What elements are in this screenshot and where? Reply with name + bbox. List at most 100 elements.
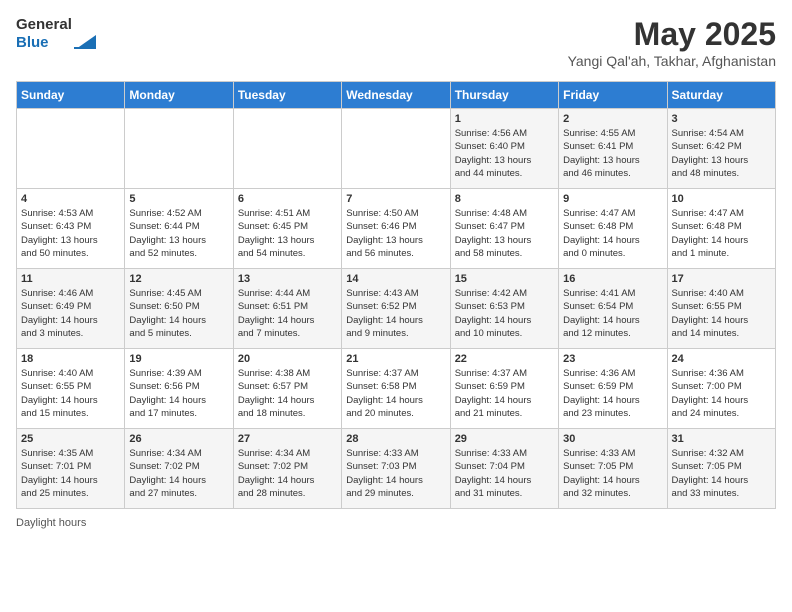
day-number: 28	[346, 433, 445, 445]
logo-blue-text: Blue	[16, 34, 72, 52]
day-info: Sunrise: 4:46 AM Sunset: 6:49 PM Dayligh…	[21, 287, 120, 340]
calendar-cell: 29 Sunrise: 4:33 AM Sunset: 7:04 PM Dayli…	[450, 429, 558, 509]
calendar-cell	[125, 109, 233, 189]
calendar-cell: 30Sunrise: 4:33 AM Sunset: 7:05 PM Dayli…	[559, 429, 667, 509]
header: General Blue May 2025 Yangi Qal'ah, Takh…	[16, 16, 776, 69]
weekday-header-sunday: Sunday	[17, 82, 125, 109]
calendar-cell: 17Sunrise: 4:40 AM Sunset: 6:55 PM Dayli…	[667, 269, 775, 349]
calendar-cell: 1 Sunrise: 4:56 AM Sunset: 6:40 PM Daylig…	[450, 109, 558, 189]
calendar-cell	[342, 109, 450, 189]
day-info: Sunrise: 4:37 AM Sunset: 6:59 PM Dayligh…	[455, 367, 554, 420]
calendar-cell: 16Sunrise: 4:41 AM Sunset: 6:54 PM Dayli…	[559, 269, 667, 349]
day-number: 3	[672, 113, 771, 125]
calendar-cell: 4 Sunrise: 4:53 AM Sunset: 6:43 PM Daylig…	[17, 189, 125, 269]
calendar-cell: 2Sunrise: 4:55 AM Sunset: 6:41 PM Daylig…	[559, 109, 667, 189]
day-number: 20	[238, 353, 337, 365]
calendar-cell: 28 Sunrise: 4:33 AM Sunset: 7:03 PM Dayli…	[342, 429, 450, 509]
day-info: Sunrise: 4:52 AM Sunset: 6:44 PM Dayligh…	[129, 207, 228, 260]
day-info: Sunrise: 4:53 AM Sunset: 6:43 PM Dayligh…	[21, 207, 120, 260]
day-info: Sunrise: 4:54 AM Sunset: 6:42 PM Dayligh…	[672, 127, 771, 180]
day-number: 26	[129, 433, 228, 445]
weekday-header-wednesday: Wednesday	[342, 82, 450, 109]
calendar-cell: 15 Sunrise: 4:42 AM Sunset: 6:53 PM Dayli…	[450, 269, 558, 349]
title-area: May 2025 Yangi Qal'ah, Takhar, Afghanist…	[568, 16, 776, 69]
calendar-cell: 23 Sunrise: 4:36 AM Sunset: 6:59 PM Dayli…	[559, 349, 667, 429]
day-info: Sunrise: 4:33 AM Sunset: 7:05 PM Dayligh…	[563, 447, 662, 500]
day-number: 4	[21, 193, 120, 205]
calendar-cell: 8 Sunrise: 4:48 AM Sunset: 6:47 PM Daylig…	[450, 189, 558, 269]
calendar-cell: 14 Sunrise: 4:43 AM Sunset: 6:52 PM Dayli…	[342, 269, 450, 349]
weekday-header-tuesday: Tuesday	[233, 82, 341, 109]
day-number: 12	[129, 273, 228, 285]
day-number: 8	[455, 193, 554, 205]
day-info: Sunrise: 4:33 AM Sunset: 7:04 PM Dayligh…	[455, 447, 554, 500]
day-info: Sunrise: 4:44 AM Sunset: 6:51 PM Dayligh…	[238, 287, 337, 340]
day-info: Sunrise: 4:48 AM Sunset: 6:47 PM Dayligh…	[455, 207, 554, 260]
day-info: Sunrise: 4:39 AM Sunset: 6:56 PM Dayligh…	[129, 367, 228, 420]
calendar-body: 1 Sunrise: 4:56 AM Sunset: 6:40 PM Daylig…	[17, 109, 776, 509]
calendar-cell: 6 Sunrise: 4:51 AM Sunset: 6:45 PM Daylig…	[233, 189, 341, 269]
month-title: May 2025	[568, 16, 776, 53]
calendar-week-5: 25Sunrise: 4:35 AM Sunset: 7:01 PM Dayli…	[17, 429, 776, 509]
day-number: 24	[672, 353, 771, 365]
calendar-table: SundayMondayTuesdayWednesdayThursdayFrid…	[16, 81, 776, 509]
day-number: 17	[672, 273, 771, 285]
calendar-cell: 27Sunrise: 4:34 AM Sunset: 7:02 PM Dayli…	[233, 429, 341, 509]
day-number: 5	[129, 193, 228, 205]
day-number: 22	[455, 353, 554, 365]
day-number: 31	[672, 433, 771, 445]
day-info: Sunrise: 4:47 AM Sunset: 6:48 PM Dayligh…	[672, 207, 771, 260]
calendar-cell: 26 Sunrise: 4:34 AM Sunset: 7:02 PM Dayli…	[125, 429, 233, 509]
day-number: 10	[672, 193, 771, 205]
calendar-cell: 22 Sunrise: 4:37 AM Sunset: 6:59 PM Dayli…	[450, 349, 558, 429]
calendar-week-4: 18 Sunrise: 4:40 AM Sunset: 6:55 PM Dayli…	[17, 349, 776, 429]
day-info: Sunrise: 4:47 AM Sunset: 6:48 PM Dayligh…	[563, 207, 662, 260]
day-number: 23	[563, 353, 662, 365]
day-info: Sunrise: 4:33 AM Sunset: 7:03 PM Dayligh…	[346, 447, 445, 500]
calendar-cell: 7Sunrise: 4:50 AM Sunset: 6:46 PM Daylig…	[342, 189, 450, 269]
weekday-header-saturday: Saturday	[667, 82, 775, 109]
calendar-week-1: 1 Sunrise: 4:56 AM Sunset: 6:40 PM Daylig…	[17, 109, 776, 189]
calendar-cell: 12 Sunrise: 4:45 AM Sunset: 6:50 PM Dayli…	[125, 269, 233, 349]
day-number: 15	[455, 273, 554, 285]
day-number: 6	[238, 193, 337, 205]
calendar-cell: 24 Sunrise: 4:36 AM Sunset: 7:00 PM Dayli…	[667, 349, 775, 429]
day-info: Sunrise: 4:55 AM Sunset: 6:41 PM Dayligh…	[563, 127, 662, 180]
weekday-header-friday: Friday	[559, 82, 667, 109]
logo: General Blue	[16, 16, 96, 52]
calendar-cell: 18 Sunrise: 4:40 AM Sunset: 6:55 PM Dayli…	[17, 349, 125, 429]
location-title: Yangi Qal'ah, Takhar, Afghanistan	[568, 53, 776, 69]
weekday-header-monday: Monday	[125, 82, 233, 109]
day-info: Sunrise: 4:45 AM Sunset: 6:50 PM Dayligh…	[129, 287, 228, 340]
day-info: Sunrise: 4:36 AM Sunset: 7:00 PM Dayligh…	[672, 367, 771, 420]
day-number: 1	[455, 113, 554, 125]
day-info: Sunrise: 4:40 AM Sunset: 6:55 PM Dayligh…	[21, 367, 120, 420]
logo-icon	[74, 21, 96, 49]
day-info: Sunrise: 4:36 AM Sunset: 6:59 PM Dayligh…	[563, 367, 662, 420]
day-number: 21	[346, 353, 445, 365]
calendar-cell: 3 Sunrise: 4:54 AM Sunset: 6:42 PM Daylig…	[667, 109, 775, 189]
calendar-cell: 9 Sunrise: 4:47 AM Sunset: 6:48 PM Daylig…	[559, 189, 667, 269]
day-number: 18	[21, 353, 120, 365]
day-number: 13	[238, 273, 337, 285]
day-number: 9	[563, 193, 662, 205]
day-info: Sunrise: 4:34 AM Sunset: 7:02 PM Dayligh…	[238, 447, 337, 500]
day-info: Sunrise: 4:35 AM Sunset: 7:01 PM Dayligh…	[21, 447, 120, 500]
day-number: 29	[455, 433, 554, 445]
day-info: Sunrise: 4:43 AM Sunset: 6:52 PM Dayligh…	[346, 287, 445, 340]
day-number: 7	[346, 193, 445, 205]
day-info: Sunrise: 4:34 AM Sunset: 7:02 PM Dayligh…	[129, 447, 228, 500]
weekday-header-thursday: Thursday	[450, 82, 558, 109]
calendar-cell: 13 Sunrise: 4:44 AM Sunset: 6:51 PM Dayli…	[233, 269, 341, 349]
calendar-cell: 21 Sunrise: 4:37 AM Sunset: 6:58 PM Dayli…	[342, 349, 450, 429]
day-number: 11	[21, 273, 120, 285]
calendar-week-2: 4 Sunrise: 4:53 AM Sunset: 6:43 PM Daylig…	[17, 189, 776, 269]
calendar-header: SundayMondayTuesdayWednesdayThursdayFrid…	[17, 82, 776, 109]
day-info: Sunrise: 4:56 AM Sunset: 6:40 PM Dayligh…	[455, 127, 554, 180]
calendar-cell: 25Sunrise: 4:35 AM Sunset: 7:01 PM Dayli…	[17, 429, 125, 509]
day-info: Sunrise: 4:42 AM Sunset: 6:53 PM Dayligh…	[455, 287, 554, 340]
day-info: Sunrise: 4:41 AM Sunset: 6:54 PM Dayligh…	[563, 287, 662, 340]
day-info: Sunrise: 4:51 AM Sunset: 6:45 PM Dayligh…	[238, 207, 337, 260]
day-number: 14	[346, 273, 445, 285]
day-info: Sunrise: 4:37 AM Sunset: 6:58 PM Dayligh…	[346, 367, 445, 420]
